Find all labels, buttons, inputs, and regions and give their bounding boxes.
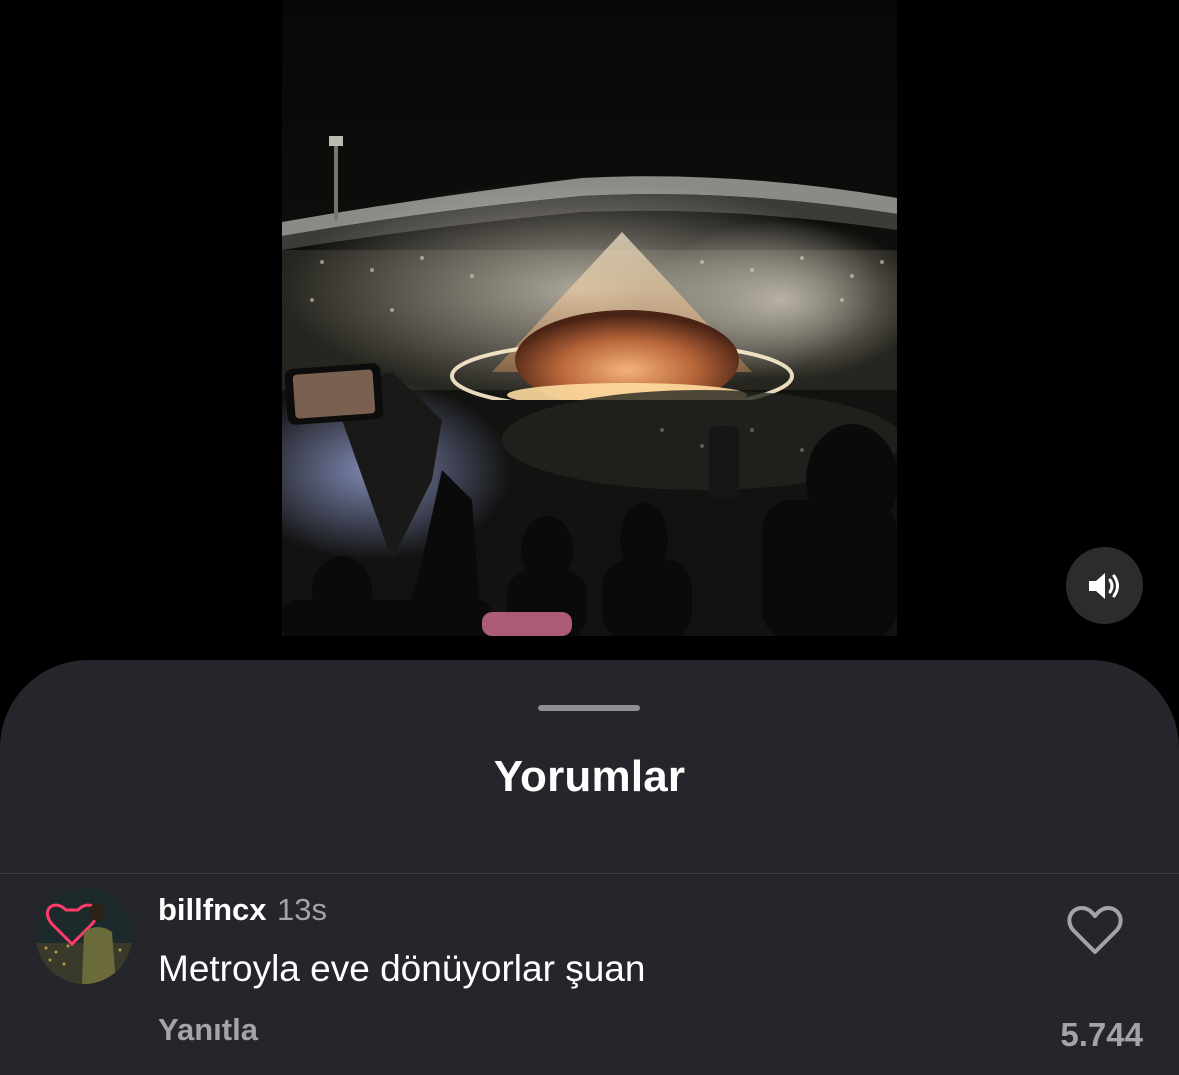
like-button[interactable] (1066, 904, 1124, 956)
avatar[interactable] (36, 888, 132, 984)
comment-item: billfncx 13s Metroyla eve dönüyorlar şua… (0, 874, 1179, 1074)
reply-button[interactable]: Yanıtla (158, 1012, 258, 1048)
username[interactable]: billfncx (158, 892, 267, 927)
speaker-icon (1088, 572, 1119, 599)
concert-video-frame (282, 0, 897, 636)
sheet-title: Yorumlar (493, 752, 686, 801)
comment-header: billfncx 13s (158, 892, 327, 928)
timestamp: 13s (276, 892, 327, 927)
avatar-image (36, 888, 132, 984)
like-count: 5.744 (1060, 1016, 1143, 1053)
heart-outline-icon (1067, 906, 1123, 954)
screen: Yorumlar billfncx 13s Metroyla eve dönüy… (0, 0, 1179, 1075)
volume-button[interactable] (1066, 547, 1143, 624)
video-player[interactable] (282, 0, 897, 636)
drag-handle[interactable] (538, 705, 640, 711)
comments-sheet: Yorumlar billfncx 13s Metroyla eve dönüy… (0, 660, 1179, 1075)
comment-text: Metroyla eve dönüyorlar şuan (158, 948, 646, 989)
